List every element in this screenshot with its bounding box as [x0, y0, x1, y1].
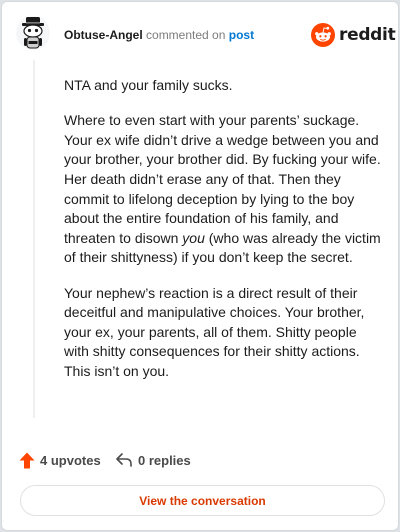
comment-emphasis: you — [182, 229, 205, 246]
comment-paragraph: NTA and your family sucks. — [64, 77, 233, 93]
action-text: commented on — [146, 28, 226, 42]
username-link[interactable]: Obtuse-Angel — [64, 28, 143, 42]
comment-card: Obtuse-Angel commented on post reddit NT… — [1, 1, 399, 531]
comment-body: NTA and your family sucks. Where to even… — [64, 76, 382, 397]
reply-arrow-icon — [116, 453, 132, 467]
comment-paragraph: Your nephew’s reaction is a direct resul… — [64, 284, 365, 379]
post-link[interactable]: post — [229, 28, 254, 42]
upvote-arrow-icon — [19, 452, 35, 469]
upvotes-button[interactable]: 4 upvotes — [19, 452, 101, 469]
reddit-wordmark: reddit — [339, 25, 396, 45]
comment-header: Obtuse-Angel commented on post reddit — [2, 2, 400, 68]
comment-paragraph: Where to even start with your parents’ s… — [64, 111, 382, 268]
upvotes-label: 4 upvotes — [40, 453, 101, 468]
replies-button[interactable]: 0 replies — [115, 452, 191, 468]
replies-label: 0 replies — [138, 452, 191, 468]
thread-line — [33, 60, 35, 418]
reddit-logo[interactable]: reddit — [311, 23, 396, 47]
snoo-avatar-icon[interactable] — [16, 16, 50, 50]
comment-meta: Obtuse-Angel commented on post — [64, 28, 254, 42]
comment-text-segment: Where to even start with your parents’ s… — [64, 112, 381, 246]
view-conversation-button[interactable]: View the conversation — [20, 485, 385, 516]
reddit-logo-icon — [311, 23, 335, 47]
view-conversation-label: View the conversation — [139, 493, 266, 508]
comment-footer: 4 upvotes 0 replies — [2, 448, 400, 474]
